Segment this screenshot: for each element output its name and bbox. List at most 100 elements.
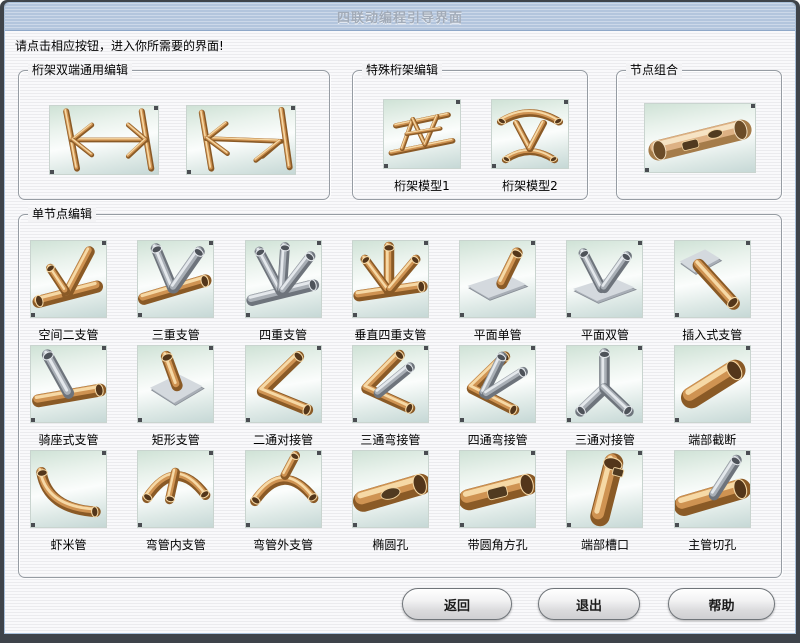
- single-node-cell: 带圆角方孔: [459, 450, 536, 555]
- bend-inner-branch-icon: [137, 450, 214, 528]
- group-single-node: 单节点编辑 空间二支管 三重支管 四重支管 垂直四重支管 平面单管: [18, 214, 782, 578]
- elbow-2-way-icon: [245, 345, 322, 423]
- back-button[interactable]: 返回: [402, 588, 512, 620]
- node-combination-icon: [644, 103, 756, 173]
- branch-triple-label: 三重支管: [152, 326, 200, 343]
- single-node-tee-3-way-button[interactable]: [566, 345, 643, 423]
- shrimp-bend-icon: [30, 450, 107, 528]
- single-node-end-notch-button[interactable]: [566, 450, 643, 528]
- group-truss-general: 桁架双端通用编辑: [18, 70, 330, 200]
- single-node-branch-quad-button[interactable]: [245, 240, 322, 318]
- truss-special-items: 桁架模型1 桁架模型2: [383, 99, 569, 194]
- single-node-main-pipe-cut-hole-button[interactable]: [674, 450, 751, 528]
- branch-quad-label: 四重支管: [259, 326, 307, 343]
- window-frame: 四联动编程引导界面 请点击相应按钮，进入你所需要的界面! 桁架双端通用编辑 特殊…: [0, 0, 800, 643]
- elbow-3-way-label: 三通弯接管: [360, 431, 420, 448]
- single-node-branch-insert-button[interactable]: [674, 240, 751, 318]
- single-node-cell: 三通弯接管: [352, 345, 429, 450]
- single-node-cell: 骑座式支管: [30, 345, 107, 450]
- tee-3-way-icon: [566, 345, 643, 423]
- single-node-cell: 端部槽口: [566, 450, 643, 555]
- single-node-cell: 空间二支管: [30, 240, 107, 345]
- single-node-cell: 三重支管: [137, 240, 214, 345]
- truss-model-2-icon: [491, 99, 569, 169]
- elbow-2-way-label: 二通对接管: [253, 431, 313, 448]
- group-node-combo-title: 节点组合: [626, 63, 682, 78]
- dialog-window: 四联动编程引导界面 请点击相应按钮，进入你所需要的界面! 桁架双端通用编辑 特殊…: [4, 2, 796, 634]
- branch-triple-icon: [137, 240, 214, 318]
- single-node-cell: 二通对接管: [245, 345, 322, 450]
- branch-rect-icon: [137, 345, 214, 423]
- single-node-branch-triple-button[interactable]: [137, 240, 214, 318]
- single-node-elbow-4-way-button[interactable]: [459, 345, 536, 423]
- bend-outer-branch-icon: [245, 450, 322, 528]
- help-button[interactable]: 帮助: [668, 588, 775, 620]
- single-node-shrimp-bend-button[interactable]: [30, 450, 107, 528]
- truss-model-2-button[interactable]: [491, 99, 569, 169]
- shrimp-bend-label: 虾米管: [50, 536, 86, 553]
- branch-insert-icon: [674, 240, 751, 318]
- truss-end-2-icon: [186, 105, 296, 175]
- single-node-cell: 主管切孔: [674, 450, 751, 555]
- single-node-branch-rect-button[interactable]: [137, 345, 214, 423]
- instruction-text: 请点击相应按钮，进入你所需要的界面!: [15, 37, 224, 54]
- single-node-cell: 端部截断: [674, 345, 751, 450]
- rounded-square-hole-icon: [459, 450, 536, 528]
- single-node-grid: 空间二支管 三重支管 四重支管 垂直四重支管 平面单管 平面双管: [30, 240, 781, 555]
- bend-inner-branch-label: 弯管内支管: [146, 536, 206, 553]
- branch-quad-vertical-icon: [352, 240, 429, 318]
- rounded-square-hole-label: 带圆角方孔: [468, 536, 528, 553]
- single-node-elbow-3-way-button[interactable]: [352, 345, 429, 423]
- plane-single-pipe-icon: [459, 240, 536, 318]
- end-truncate-icon: [674, 345, 751, 423]
- plane-double-pipe-label: 平面双管: [581, 326, 629, 343]
- branch-saddle-icon: [30, 345, 107, 423]
- single-node-rounded-square-hole-button[interactable]: [459, 450, 536, 528]
- plane-double-pipe-icon: [566, 240, 643, 318]
- single-node-branch-quad-vertical-button[interactable]: [352, 240, 429, 318]
- single-node-bend-outer-branch-button[interactable]: [245, 450, 322, 528]
- end-notch-label: 端部槽口: [581, 536, 629, 553]
- main-pipe-cut-hole-label: 主管切孔: [688, 536, 736, 553]
- group-node-combo: 节点组合: [616, 70, 782, 200]
- single-node-cell: 插入式支管: [674, 240, 751, 345]
- branch-rect-label: 矩形支管: [152, 431, 200, 448]
- single-node-branch-space-2-button[interactable]: [30, 240, 107, 318]
- dialog-body: 请点击相应按钮，进入你所需要的界面! 桁架双端通用编辑 特殊桁架编辑: [5, 31, 795, 633]
- oval-hole-label: 椭圆孔: [372, 536, 408, 553]
- truss-general-model-1-button[interactable]: [49, 105, 159, 175]
- truss-general-items: [49, 105, 296, 175]
- group-truss-general-title: 桁架双端通用编辑: [28, 63, 132, 78]
- single-node-bend-inner-branch-button[interactable]: [137, 450, 214, 528]
- single-node-cell: 四通弯接管: [459, 345, 536, 450]
- elbow-4-way-label: 四通弯接管: [468, 431, 528, 448]
- truss-general-model-2-button[interactable]: [186, 105, 296, 175]
- main-pipe-cut-hole-icon: [674, 450, 751, 528]
- bend-outer-branch-label: 弯管外支管: [253, 536, 313, 553]
- single-node-end-truncate-button[interactable]: [674, 345, 751, 423]
- plane-single-pipe-label: 平面单管: [474, 326, 522, 343]
- elbow-4-way-icon: [459, 345, 536, 423]
- single-node-cell: 矩形支管: [137, 345, 214, 450]
- single-node-branch-saddle-button[interactable]: [30, 345, 107, 423]
- branch-insert-label: 插入式支管: [682, 326, 742, 343]
- oval-hole-icon: [352, 450, 429, 528]
- branch-space-2-label: 空间二支管: [38, 326, 98, 343]
- single-node-plane-single-pipe-button[interactable]: [459, 240, 536, 318]
- single-node-elbow-2-way-button[interactable]: [245, 345, 322, 423]
- exit-button[interactable]: 退出: [538, 588, 640, 620]
- group-truss-special: 特殊桁架编辑 桁架模型1 桁架模型2: [352, 70, 588, 200]
- single-node-oval-hole-button[interactable]: [352, 450, 429, 528]
- single-node-cell: 三通对接管: [566, 345, 643, 450]
- elbow-3-way-icon: [352, 345, 429, 423]
- title-bar[interactable]: 四联动编程引导界面: [5, 3, 795, 31]
- single-node-cell: 虾米管: [30, 450, 107, 555]
- window-title: 四联动编程引导界面: [337, 7, 463, 26]
- single-node-plane-double-pipe-button[interactable]: [566, 240, 643, 318]
- node-combination-button[interactable]: [644, 103, 756, 173]
- end-notch-icon: [566, 450, 643, 528]
- single-node-cell: 四重支管: [245, 240, 322, 345]
- truss-model-1-button[interactable]: [383, 99, 461, 169]
- truss-model-2-label: 桁架模型2: [502, 177, 558, 194]
- truss-end-1-icon: [49, 105, 159, 175]
